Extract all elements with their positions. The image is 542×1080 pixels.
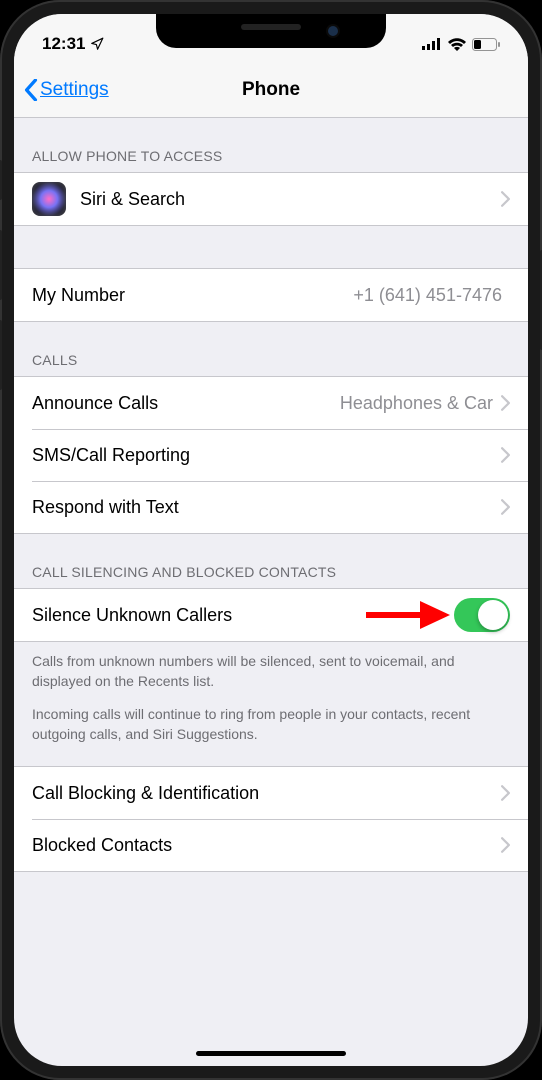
wifi-icon [448, 38, 466, 51]
silence-unknown-toggle[interactable] [454, 598, 510, 632]
chevron-right-icon [501, 395, 510, 411]
chevron-left-icon [24, 79, 38, 101]
toggle-knob [478, 600, 508, 630]
content-scroll[interactable]: ALLOW PHONE TO ACCESS Siri & Search My N… [14, 118, 528, 1066]
row-value: +1 (641) 451-7476 [353, 285, 502, 306]
chevron-right-icon [501, 191, 510, 207]
mute-switch [0, 160, 2, 200]
back-label: Settings [40, 79, 109, 101]
row-label: Respond with Text [32, 497, 501, 518]
row-label: Siri & Search [80, 189, 501, 210]
row-label: Announce Calls [32, 393, 340, 414]
footer-text-2: Incoming calls will continue to ring fro… [14, 701, 528, 766]
screen: 12:31 Settings Phone ALLOW PHONE TO ACCE… [14, 14, 528, 1066]
back-button[interactable]: Settings [14, 79, 109, 101]
row-value: Headphones & Car [340, 393, 493, 414]
chevron-right-icon [501, 837, 510, 853]
front-camera [328, 26, 338, 36]
chevron-right-icon [501, 447, 510, 463]
section-header-access: ALLOW PHONE TO ACCESS [14, 118, 528, 172]
row-announce-calls[interactable]: Announce Calls Headphones & Car [14, 377, 528, 429]
cellular-icon [422, 38, 442, 50]
row-label: Silence Unknown Callers [32, 605, 454, 626]
row-call-blocking[interactable]: Call Blocking & Identification [14, 767, 528, 819]
status-time: 12:31 [42, 34, 85, 54]
row-silence-unknown-callers: Silence Unknown Callers [14, 589, 528, 641]
location-icon [90, 37, 104, 51]
nav-bar: Settings Phone [14, 62, 528, 118]
row-my-number[interactable]: My Number +1 (641) 451-7476 [14, 269, 528, 321]
row-label: SMS/Call Reporting [32, 445, 501, 466]
home-indicator[interactable] [196, 1051, 346, 1056]
volume-down-button [0, 320, 2, 390]
row-siri-search[interactable]: Siri & Search [14, 173, 528, 225]
row-label: Call Blocking & Identification [32, 783, 501, 804]
row-label: Blocked Contacts [32, 835, 501, 856]
phone-frame: 12:31 Settings Phone ALLOW PHONE TO ACCE… [0, 0, 542, 1080]
battery-icon [472, 38, 500, 51]
row-blocked-contacts[interactable]: Blocked Contacts [14, 819, 528, 871]
speaker [241, 24, 301, 30]
section-header-calls: CALLS [14, 322, 528, 376]
row-sms-call-reporting[interactable]: SMS/Call Reporting [14, 429, 528, 481]
row-respond-with-text[interactable]: Respond with Text [14, 481, 528, 533]
siri-icon [32, 182, 66, 216]
volume-up-button [0, 230, 2, 300]
chevron-right-icon [501, 499, 510, 515]
section-header-silencing: CALL SILENCING AND BLOCKED CONTACTS [14, 534, 528, 588]
chevron-right-icon [501, 785, 510, 801]
notch [156, 14, 386, 48]
row-label: My Number [32, 285, 353, 306]
footer-text-1: Calls from unknown numbers will be silen… [14, 642, 528, 701]
